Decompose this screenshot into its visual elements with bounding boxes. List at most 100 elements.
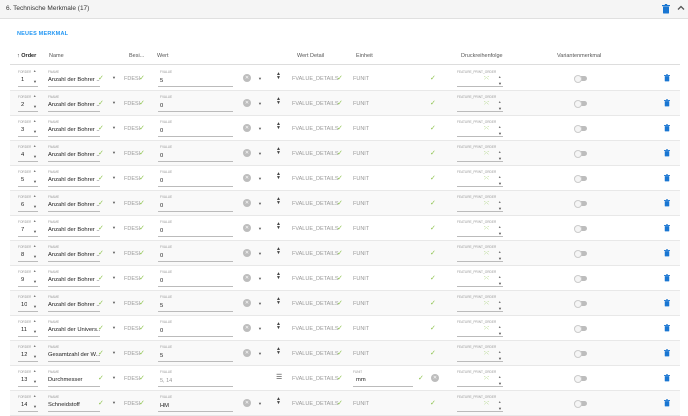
chevron-down-icon[interactable]: ▼ xyxy=(33,279,37,284)
chevron-down-icon[interactable]: ▼ xyxy=(33,104,37,109)
unit-input[interactable]: FUNIT xyxy=(353,151,369,157)
drag-handle-icon[interactable]: ⤧ xyxy=(484,301,489,308)
section-header[interactable]: 6. Technische Merkmale (17) xyxy=(0,0,688,19)
stepper-icon[interactable]: ▲ ▼ xyxy=(276,222,281,230)
name-input[interactable]: Anzahl der Bohrer ... xyxy=(48,127,100,133)
column-order[interactable]: ↑ Order xyxy=(17,53,36,59)
besi-input[interactable]: FDESI xyxy=(124,351,140,357)
chevron-down-icon[interactable]: ▼ xyxy=(112,225,116,230)
order-input[interactable]: 8 xyxy=(21,252,24,258)
name-input[interactable]: Durchmesser xyxy=(48,377,100,383)
value-detail-input[interactable]: FVALUE_DETAILS xyxy=(292,301,339,307)
chevron-down-icon[interactable]: ▼ xyxy=(33,204,37,209)
chevron-down-icon[interactable]: ▼ xyxy=(112,300,116,305)
trash-icon[interactable] xyxy=(664,299,670,309)
value-detail-input[interactable]: FVALUE_DETAILS xyxy=(292,201,339,207)
trash-icon[interactable] xyxy=(664,224,670,234)
drag-handle-icon[interactable]: ⤧ xyxy=(484,226,489,233)
trash-icon[interactable] xyxy=(664,274,670,284)
chevron-down-icon[interactable]: ▼ xyxy=(33,354,37,359)
chevron-down-icon[interactable]: ▼ xyxy=(258,151,262,156)
sort-up-icon[interactable]: ▲ xyxy=(33,219,36,223)
sort-up-icon[interactable]: ▲ xyxy=(498,225,501,229)
stepper-icon[interactable]: ▲ ▼ xyxy=(276,397,281,405)
chevron-down-icon[interactable]: ▼ xyxy=(258,301,262,306)
chevron-down-icon[interactable]: ▼ xyxy=(33,304,37,309)
besi-input[interactable]: FDESI xyxy=(124,76,140,82)
chevron-down-icon[interactable]: ▼ xyxy=(258,201,262,206)
chevron-down-icon[interactable]: ▼ xyxy=(112,150,116,155)
stepper-icon[interactable]: ▲ ▼ xyxy=(276,172,281,180)
name-input[interactable]: Anzahl der Bohrer ... xyxy=(48,77,100,83)
value-detail-input[interactable]: FVALUE_DETAILS xyxy=(292,401,339,407)
value-detail-input[interactable]: FVALUE_DETAILS xyxy=(292,76,339,82)
sort-up-icon[interactable]: ▲ xyxy=(33,194,36,198)
clear-icon[interactable]: ✕ xyxy=(243,274,251,282)
chevron-down-icon[interactable]: ▼ xyxy=(112,350,116,355)
variant-toggle[interactable] xyxy=(574,399,587,408)
value-input[interactable]: 0 xyxy=(160,178,163,184)
sort-up-icon[interactable]: ▲ xyxy=(33,244,36,248)
column-wert-detail[interactable]: Wert Detail xyxy=(297,53,324,59)
value-detail-input[interactable]: FVALUE_DETAILS xyxy=(292,226,339,232)
drag-handle-icon[interactable]: ⤧ xyxy=(484,151,489,158)
sort-up-icon[interactable]: ▲ xyxy=(33,144,36,148)
name-input[interactable]: Anzahl der Bohrer ... xyxy=(48,227,100,233)
sort-up-icon[interactable]: ▲ xyxy=(498,275,501,279)
name-input[interactable]: Gesamtzahl der W... xyxy=(48,352,100,358)
unit-input[interactable]: FUNIT xyxy=(353,301,369,307)
stepper-icon[interactable]: ▲ ▼ xyxy=(276,322,281,330)
value-input[interactable]: 5 xyxy=(160,78,163,84)
trash-icon[interactable] xyxy=(664,149,670,159)
name-input[interactable]: Anzahl der Bohrer ... xyxy=(48,202,100,208)
stepper-icon[interactable]: ▲ ▼ xyxy=(276,247,281,255)
variant-toggle[interactable] xyxy=(574,124,587,133)
clear-icon[interactable]: ✕ xyxy=(243,74,251,82)
stepper-icon[interactable]: ▲ ▼ xyxy=(276,197,281,205)
sort-up-icon[interactable]: ▲ xyxy=(498,100,501,104)
clear-icon[interactable]: ✕ xyxy=(243,149,251,157)
besi-input[interactable]: FDESI xyxy=(124,126,140,132)
value-input[interactable]: 0 xyxy=(160,278,163,284)
sort-up-icon[interactable]: ▲ xyxy=(33,269,36,273)
besi-input[interactable]: FDESI xyxy=(124,401,140,407)
unit-input[interactable]: FUNIT xyxy=(353,251,369,257)
besi-input[interactable]: FDESI xyxy=(124,301,140,307)
value-input[interactable]: 0 xyxy=(160,228,163,234)
chevron-down-icon[interactable]: ▼ xyxy=(33,129,37,134)
trash-icon[interactable] xyxy=(664,174,670,184)
chevron-down-icon[interactable]: ▼ xyxy=(33,229,37,234)
chevron-down-icon[interactable]: ▼ xyxy=(112,100,116,105)
chevron-down-icon[interactable]: ▼ xyxy=(112,75,116,80)
unit-input[interactable]: FUNIT xyxy=(353,201,369,207)
order-input[interactable]: 1 xyxy=(21,77,24,83)
drag-handle-icon[interactable]: ⤧ xyxy=(484,201,489,208)
value-input[interactable]: 0 xyxy=(160,103,163,109)
trash-icon[interactable] xyxy=(664,249,670,259)
chevron-down-icon[interactable]: ▼ xyxy=(112,400,116,405)
clear-icon[interactable]: ✕ xyxy=(243,224,251,232)
name-input[interactable]: Anzahl der Bohrer ... xyxy=(48,177,100,183)
drag-handle-icon[interactable]: ⤧ xyxy=(484,101,489,108)
chevron-down-icon[interactable]: ▼ xyxy=(258,351,262,356)
chevron-down-icon[interactable]: ▼ xyxy=(33,329,37,334)
value-detail-input[interactable]: FVALUE_DETAILS xyxy=(292,276,339,282)
value-detail-input[interactable]: FVALUE_DETAILS xyxy=(292,101,339,107)
column-druckreihenfolge[interactable]: Druckreihenfolge xyxy=(461,53,503,59)
chevron-down-icon[interactable]: ▼ xyxy=(112,200,116,205)
value-detail-input[interactable]: FVALUE_DETAILS xyxy=(292,326,339,332)
sort-up-icon[interactable]: ▲ xyxy=(33,394,36,398)
stepper-icon[interactable]: ▲ ▼ xyxy=(276,122,281,130)
sort-up-icon[interactable]: ▲ xyxy=(498,125,501,129)
column-besi[interactable]: Besi... xyxy=(129,53,144,59)
clear-icon[interactable]: ✕ xyxy=(243,249,251,257)
variant-toggle[interactable] xyxy=(574,74,587,83)
clear-icon[interactable]: ✕ xyxy=(243,199,251,207)
trash-icon[interactable] xyxy=(662,4,670,16)
drag-handle-icon[interactable]: ⤧ xyxy=(484,251,489,258)
name-input[interactable]: Schneidstoff xyxy=(48,402,100,408)
sort-up-icon[interactable]: ▲ xyxy=(498,175,501,179)
unit-input[interactable]: FUNIT xyxy=(353,401,369,407)
drag-handle-icon[interactable]: ⤧ xyxy=(484,176,489,183)
value-detail-input[interactable]: FVALUE_DETAILS xyxy=(292,176,339,182)
